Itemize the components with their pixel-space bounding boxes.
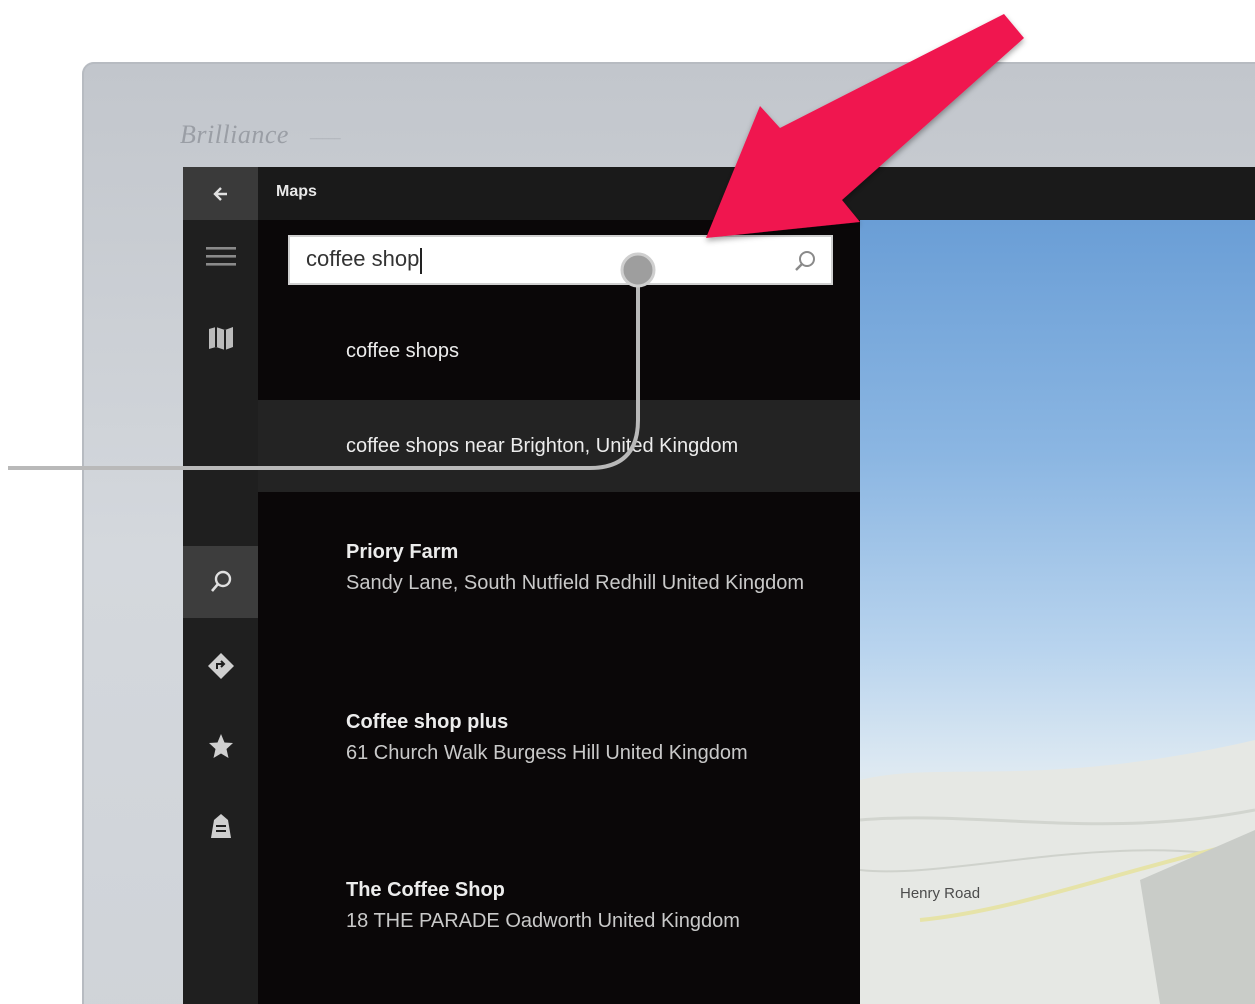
result-item[interactable]: Priory Farm Sandy Lane, South Nutfield R… bbox=[346, 538, 836, 600]
hamburger-menu-icon bbox=[205, 247, 236, 266]
nav-item-collections[interactable] bbox=[183, 790, 258, 862]
nav-item-search[interactable] bbox=[183, 546, 258, 618]
device-brand-sub: _____ bbox=[310, 128, 341, 140]
search-icon bbox=[210, 570, 231, 592]
result-address: Sandy Lane, South Nutfield Redhill Unite… bbox=[346, 572, 805, 594]
nav-item-directions[interactable] bbox=[183, 630, 258, 702]
collections-icon bbox=[210, 814, 231, 838]
nav-item-favorites[interactable] bbox=[183, 710, 258, 782]
back-button[interactable] bbox=[183, 167, 258, 220]
search-pane: coffee shop coffee shops coffee shops ne… bbox=[258, 220, 860, 1004]
back-arrow-icon bbox=[212, 186, 227, 201]
app-window: Maps coffee shop coffee shops coffee sho… bbox=[183, 167, 1255, 1004]
text-caret bbox=[420, 247, 423, 274]
search-input-value: coffee shop bbox=[306, 246, 423, 274]
device-brand-logo: Brilliance bbox=[180, 120, 289, 149]
menu-button[interactable] bbox=[183, 220, 258, 292]
title-bar: Maps bbox=[183, 167, 1255, 220]
suggestion-label: coffee shops near Brighton, United Kingd… bbox=[346, 434, 739, 457]
result-name: Coffee shop plus bbox=[346, 711, 509, 733]
search-icon[interactable] bbox=[793, 249, 817, 273]
app-title: Maps bbox=[276, 183, 317, 200]
search-query-text: coffee shop bbox=[306, 246, 420, 272]
map-road-label: Henry Road bbox=[900, 885, 981, 902]
search-input[interactable]: coffee shop bbox=[288, 235, 833, 285]
directions-icon bbox=[207, 653, 234, 679]
nav-item-map[interactable] bbox=[183, 302, 258, 374]
result-name: The Coffee Shop bbox=[346, 879, 505, 901]
map-icon bbox=[208, 327, 233, 350]
result-item[interactable]: The Coffee Shop 18 THE PARADE Oadworth U… bbox=[346, 876, 836, 938]
result-item[interactable]: Coffee shop plus 61 Church Walk Burgess … bbox=[346, 708, 836, 770]
result-address: 61 Church Walk Burgess Hill United Kingd… bbox=[346, 742, 748, 764]
suggestion-item[interactable]: coffee shops near Brighton, United Kingd… bbox=[258, 400, 860, 492]
result-address: 18 THE PARADE Oadworth United Kingdom bbox=[346, 910, 740, 932]
star-icon bbox=[208, 734, 233, 758]
map-view[interactable]: Henry Road bbox=[860, 220, 1255, 1004]
suggestion-label: coffee shops bbox=[346, 339, 460, 362]
screenshot-stage: Brilliance _____ Maps coffee shop coffee… bbox=[0, 0, 1255, 1004]
result-name: Priory Farm bbox=[346, 541, 459, 563]
suggestion-item[interactable]: coffee shops bbox=[258, 306, 860, 396]
nav-rail bbox=[183, 220, 258, 1004]
